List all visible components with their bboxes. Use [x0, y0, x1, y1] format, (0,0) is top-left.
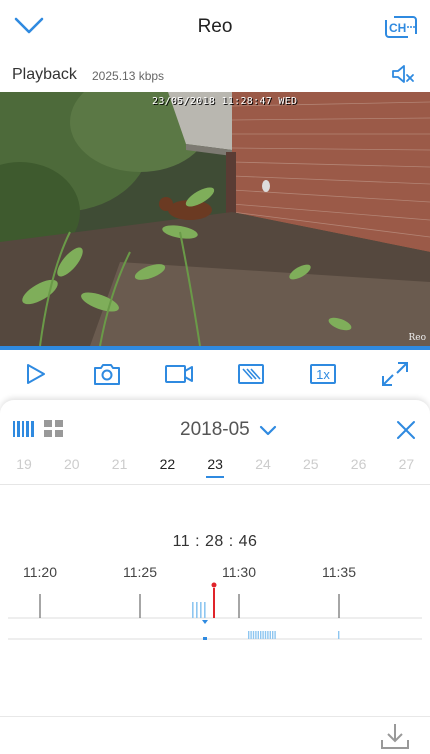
chevron-down-icon[interactable] [258, 420, 278, 440]
page-title: Reo [197, 16, 233, 37]
day-22[interactable]: 22 [149, 456, 185, 472]
fullscreen-icon [382, 362, 408, 386]
overview-recording-segment [274, 631, 276, 639]
bitrate-readout: 2025.13 kbps [92, 69, 165, 83]
calendar-divider [0, 484, 430, 485]
snapshot-button[interactable] [92, 360, 122, 388]
playback-label: Playback [12, 66, 77, 83]
day-25[interactable]: 25 [293, 456, 329, 472]
overview-recording-segment [255, 631, 257, 639]
hide-stream-icon [238, 364, 264, 384]
overview-recording-segment [250, 631, 252, 639]
video-player[interactable]: 23/05/2018 11:28:47 WED Reo [0, 92, 430, 346]
grid-view-icon[interactable] [42, 418, 66, 440]
overview-position-marker [203, 637, 207, 640]
speaker-muted-icon[interactable] [390, 62, 416, 86]
calendar-header: 2018-05 [0, 412, 430, 446]
playhead-knob [211, 582, 217, 588]
day-strip: 19 20 21 22 23 24 25 26 27 [0, 456, 430, 482]
app-header: Reo CH [0, 0, 430, 56]
record-button[interactable] [164, 360, 194, 388]
video-watermark: Reo [408, 333, 426, 343]
record-icon [165, 365, 193, 383]
recording-segment [200, 602, 202, 618]
day-20[interactable]: 20 [54, 456, 90, 472]
overview-recording-segment [269, 631, 271, 639]
day-24[interactable]: 24 [245, 456, 281, 472]
overview-recording-segment [257, 631, 259, 639]
speed-button[interactable]: 1x [308, 360, 338, 388]
overview-recording-segment [267, 631, 269, 639]
month-selector[interactable]: 2018-05 [180, 419, 250, 441]
overview-recording-segment [264, 631, 267, 639]
fullscreen-button[interactable] [380, 360, 410, 388]
hide-stream-button[interactable] [236, 360, 266, 388]
day-27[interactable]: 27 [388, 456, 424, 472]
download-icon[interactable] [380, 722, 410, 750]
tick-label: 11:25 [123, 564, 157, 580]
day-21[interactable]: 21 [102, 456, 138, 472]
tick-label: 11:20 [23, 564, 57, 580]
channel-icon[interactable]: CH [384, 14, 418, 40]
selected-day-underline [206, 476, 225, 478]
recording-timeline[interactable] [0, 580, 430, 660]
current-time-readout: 11 : 28 : 46 [172, 533, 258, 550]
playback-info-row: Playback 2025.13 kbps [0, 60, 430, 90]
recording-segment [204, 602, 206, 618]
timeline-position-pointer [202, 620, 208, 624]
footer-divider [0, 716, 430, 717]
recording-segment [196, 602, 198, 618]
overview-recording-segment [260, 631, 262, 639]
day-19[interactable]: 19 [6, 456, 42, 472]
overview-recording-segment [338, 631, 340, 639]
overview-recording-segment [252, 631, 255, 639]
channel-label: CH [389, 21, 406, 35]
play-button[interactable] [20, 360, 50, 388]
tick-label: 11:30 [222, 564, 256, 580]
osd-timestamp: 23/05/2018 11:28:47 WED [152, 96, 298, 107]
overview-recording-segment [248, 631, 250, 639]
camera-feed-image [0, 92, 430, 346]
tick-label: 11:35 [322, 564, 356, 580]
overview-recording-segment [262, 631, 264, 639]
close-icon[interactable] [394, 418, 418, 442]
camera-icon [94, 364, 120, 385]
day-26[interactable]: 26 [341, 456, 377, 472]
playback-panel: 2018-05 19 20 21 22 23 24 25 26 27 11 : 28 : 46 … [0, 400, 430, 754]
timeline-view-icon[interactable] [12, 418, 36, 440]
speed-label: 1x [316, 367, 330, 382]
play-icon [27, 364, 45, 384]
playback-progress-bar[interactable] [0, 346, 430, 350]
playback-toolbar: 1x [0, 356, 430, 392]
day-23[interactable]: 23 [197, 456, 233, 472]
overview-recording-segment [272, 631, 274, 639]
recording-segment [192, 602, 194, 618]
